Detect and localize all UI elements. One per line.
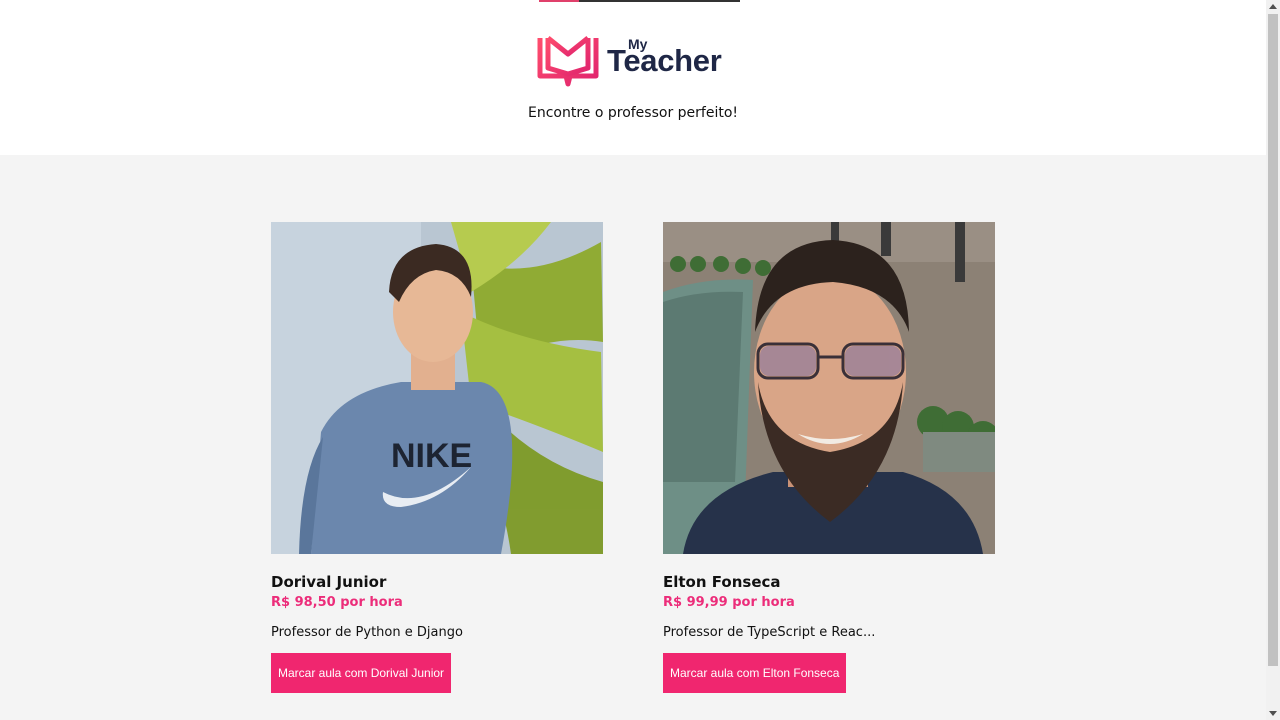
teacher-card: Elton Fonseca R$ 99,99 por hora Professo… [663,222,995,693]
scroll-up-arrow-icon[interactable] [1269,4,1277,9]
my-teacher-logo[interactable]: My Teacher [536,30,736,90]
teacher-name: Dorival Junior [271,573,387,591]
vertical-scrollbar[interactable] [1266,0,1280,720]
book-class-button[interactable]: Marcar aula com Dorival Junior [271,653,452,693]
svg-text:NIKE: NIKE [391,437,472,475]
page-progress-bar [539,0,740,2]
teacher-photo: NIKE [271,222,603,554]
teacher-card: NIKE Dorival Junior R$ 98,50 por hora Pr… [271,222,603,693]
site-header: My Teacher Encontre o professor perfeito… [0,0,1266,155]
logo-teacher-text: Teacher [607,43,722,78]
open-book-logo-icon [537,36,599,87]
teacher-price: R$ 98,50 por hora [271,595,403,610]
book-class-button[interactable]: Marcar aula com Elton Fonseca [663,653,847,693]
page-tagline: Encontre o professor perfeito! [527,105,739,121]
teacher-price: R$ 99,99 por hora [663,595,795,610]
teacher-photo [663,222,995,554]
page-progress-fill [539,0,580,2]
teacher-description: Professor de Python e Django [271,625,463,640]
scroll-down-arrow-icon[interactable] [1269,711,1277,716]
teacher-description: Professor de TypeScript e Reac... [663,625,876,640]
scrollbar-thumb[interactable] [1268,14,1278,666]
teacher-name: Elton Fonseca [663,573,781,591]
page: My Teacher Encontre o professor perfeito… [0,0,1280,720]
